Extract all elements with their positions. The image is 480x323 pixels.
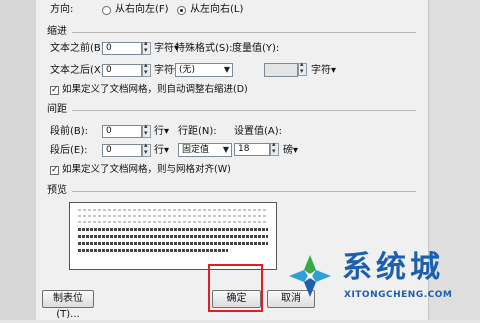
setting-value-spinner[interactable] xyxy=(270,140,279,156)
radio-rtl-label[interactable]: 从右向左(F) xyxy=(115,4,169,16)
indent-before-input[interactable]: 0 xyxy=(102,42,142,55)
indent-grid-label[interactable]: 如果定义了文档网格，则自动调整右缩进(D) xyxy=(62,84,248,96)
line-spacing-select[interactable]: 固定值 ▼ xyxy=(178,143,232,157)
measure-input[interactable] xyxy=(264,63,298,77)
ok-highlight-annotation xyxy=(208,264,263,312)
preview-prev-line xyxy=(78,209,268,211)
spacing-before-label: 段前(B): xyxy=(50,126,89,137)
preview-prev-line xyxy=(78,221,268,223)
watermark-brand-text: 系统城 xyxy=(342,250,444,285)
spacing-after-spinner[interactable] xyxy=(142,141,151,157)
line-spacing-value: 固定值 xyxy=(182,145,210,155)
check-icon: ✓ xyxy=(51,165,59,175)
spacing-after-label: 段后(E): xyxy=(50,145,88,156)
line-spacing-label: 行距(N): xyxy=(178,126,217,137)
watermark-logo-icon xyxy=(289,255,331,297)
spacing-before-input[interactable]: 0 xyxy=(102,125,142,138)
background-window-edge xyxy=(0,0,37,320)
indent-after-input[interactable]: 0 xyxy=(102,64,142,77)
direction-label: 方向: xyxy=(50,4,74,15)
site-watermark: 系统城 XITONGCHENG.COM xyxy=(286,246,480,320)
measure-label: 度量值(Y): xyxy=(232,43,280,54)
preview-current-line xyxy=(78,249,228,252)
special-format-label: 特殊格式(S): xyxy=(175,43,233,54)
tabs-button[interactable]: 制表位(T)... xyxy=(42,290,94,320)
indent-grid-checkbox[interactable]: ✓ xyxy=(50,85,59,95)
preview-current-line xyxy=(78,235,268,238)
indent-after-spinner[interactable] xyxy=(142,61,151,77)
radio-ltr-label[interactable]: 从左向右(L) xyxy=(190,4,243,16)
indent-before-label: 文本之前(B): xyxy=(50,43,109,54)
measure-unit[interactable]: 字符▾ xyxy=(311,65,336,77)
indent-before-spinner[interactable] xyxy=(142,39,151,55)
indent-divider xyxy=(72,32,416,33)
spacing-after-unit[interactable]: 行▾ xyxy=(154,145,169,157)
preview-current-line xyxy=(78,228,268,231)
measure-spinner[interactable] xyxy=(298,60,307,76)
indent-after-label: 文本之后(X): xyxy=(50,65,109,76)
preview-prev-line xyxy=(78,215,268,217)
watermark-url-text: XITONGCHENG.COM xyxy=(344,290,453,300)
spacing-after-input[interactable]: 0 xyxy=(102,144,142,157)
spacing-section-title: 间距 xyxy=(47,104,67,115)
preview-pane xyxy=(69,202,277,270)
setting-value-label: 设置值(A): xyxy=(234,126,283,137)
preview-divider xyxy=(72,191,416,192)
radio-ltr[interactable] xyxy=(177,6,186,15)
chevron-down-icon: ▼ xyxy=(223,65,230,74)
preview-section-title: 预览 xyxy=(47,185,67,196)
setting-value-unit[interactable]: 磅▾ xyxy=(283,145,298,157)
indent-section-title: 缩进 xyxy=(47,26,67,37)
spacing-divider xyxy=(72,110,416,111)
special-format-select[interactable]: (无) ▼ xyxy=(175,63,233,77)
spacing-grid-checkbox[interactable]: ✓ xyxy=(50,165,59,175)
spacing-grid-label[interactable]: 如果定义了文档网格，则与网格对齐(W) xyxy=(62,164,231,176)
chevron-down-icon: ▼ xyxy=(222,145,229,154)
radio-rtl[interactable] xyxy=(102,6,111,15)
spacing-before-spinner[interactable] xyxy=(142,122,151,138)
setting-value-input[interactable]: 18 xyxy=(234,143,270,156)
special-format-value: (无) xyxy=(179,65,196,75)
preview-current-line xyxy=(78,242,268,245)
spacing-before-unit[interactable]: 行▾ xyxy=(154,126,169,138)
check-icon: ✓ xyxy=(51,85,59,95)
